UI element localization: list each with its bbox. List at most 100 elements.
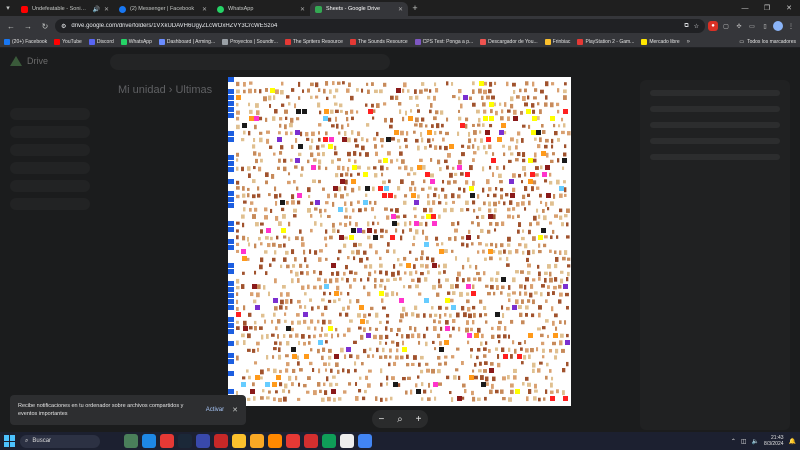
sprite-frame <box>410 166 414 172</box>
restore-icon[interactable]: ❐ <box>756 0 778 16</box>
chevron-up-icon[interactable]: ⌃ <box>731 438 736 445</box>
zoom-out-button[interactable]: − <box>378 414 384 425</box>
extension-red-icon[interactable]: ● <box>708 21 718 31</box>
extensions-puzzle-icon[interactable]: ✣ <box>734 21 744 31</box>
network-icon[interactable]: ◫ <box>741 438 747 445</box>
new-tab-button[interactable]: + <box>408 3 422 13</box>
bookmark-label: Mercado libre <box>649 38 680 45</box>
audio-icon[interactable]: 🔊 <box>92 6 99 13</box>
taskbar-search[interactable]: ⌕ Buscar <box>20 434 100 448</box>
tab-search-icon[interactable]: ▾ <box>0 0 16 16</box>
landscape-widget-icon[interactable] <box>124 434 138 448</box>
bookmark-spriters-resource[interactable]: The Spriters Resource <box>284 38 343 45</box>
side-panel-icon[interactable]: ▯ <box>760 21 770 31</box>
sprite-frame <box>528 124 531 129</box>
sprite-frame <box>303 383 307 388</box>
bookmark-descargador[interactable]: Descargador de You... <box>480 38 538 45</box>
sprite-frame <box>420 256 424 261</box>
sprite-frame <box>433 116 437 121</box>
sprite-sheet-preview[interactable] <box>228 77 571 406</box>
media-player-icon[interactable] <box>142 434 156 448</box>
sprite-color-tile <box>331 389 336 394</box>
tab-close-icon[interactable]: ✕ <box>398 6 403 13</box>
forward-icon[interactable]: → <box>21 19 35 33</box>
volume-icon[interactable]: 🔈 <box>752 438 759 445</box>
install-app-icon[interactable]: ⧉ <box>684 23 688 30</box>
sprite-frame <box>325 368 328 372</box>
cast-icon[interactable]: ▭ <box>747 21 757 31</box>
tab-close-icon[interactable]: ✕ <box>104 6 109 13</box>
soundtrap-icon <box>222 38 229 45</box>
profile-avatar[interactable] <box>773 21 783 31</box>
sprite-frame <box>360 334 364 340</box>
chrome-icon[interactable] <box>358 434 372 448</box>
bookmark-proyectos[interactable]: Proyectos | Soundtr... <box>222 38 278 45</box>
notifications-icon[interactable]: 🔔 <box>789 438 796 445</box>
back-icon[interactable]: ← <box>4 19 18 33</box>
sprite-frame <box>518 341 522 345</box>
all-bookmarks-button[interactable]: ▭ Todos los marcadores <box>739 39 796 45</box>
folder-icon[interactable] <box>250 434 264 448</box>
fl-studio-icon[interactable] <box>214 434 228 448</box>
microphone-icon[interactable] <box>286 434 300 448</box>
sprite-frame <box>549 271 552 277</box>
sprite-frame <box>281 103 285 107</box>
menu-kebab-icon[interactable]: ⋮ <box>786 21 796 31</box>
edge-icon[interactable] <box>322 434 336 448</box>
sprite-frame <box>537 327 541 331</box>
drive-logo-icon <box>10 56 22 66</box>
sprite-frame <box>417 145 420 151</box>
music-app-icon[interactable] <box>340 434 354 448</box>
activate-notifications-button[interactable]: Activar <box>206 407 224 413</box>
bookmark-discord[interactable]: Discord <box>88 38 114 45</box>
sprite-frame <box>534 383 537 389</box>
sprite-frame <box>348 382 352 386</box>
zoom-icon[interactable]: ⌕ <box>397 414 403 425</box>
rhythm-app-icon[interactable] <box>196 434 210 448</box>
sprite-frame <box>487 291 491 296</box>
clock[interactable]: 21:43 8/3/2024 <box>764 435 783 447</box>
bookmark-youtube[interactable]: YouTube <box>54 38 82 45</box>
bookmark-sounds-resource[interactable]: The Sounds Resource <box>349 38 408 45</box>
sprite-frame <box>468 229 471 234</box>
steam-icon[interactable] <box>178 434 192 448</box>
tab-close-icon[interactable]: ✕ <box>202 6 207 13</box>
opera-icon[interactable] <box>304 434 318 448</box>
tab-messenger[interactable]: (2) Messenger | Facebook ✕ <box>114 2 212 16</box>
zoom-in-button[interactable]: + <box>416 414 422 425</box>
sprite-frame <box>347 166 350 172</box>
bookmark-playstation[interactable]: PlayStation 2 - Gam... <box>577 38 634 45</box>
bookmark-mercado-libre[interactable]: Mercado libre <box>641 38 680 45</box>
site-info-icon[interactable]: ⚙ <box>61 23 66 30</box>
sprite-color-tile <box>545 165 550 170</box>
windows-start-icon[interactable] <box>4 435 16 447</box>
tab-sheets-drive[interactable]: Sheets - Google Drive ✕ <box>310 2 408 16</box>
tab-sonic[interactable]: Undefeatable - Sonic Frontiers 🔊 ✕ <box>16 2 114 16</box>
address-bar[interactable]: ⚙ drive.google.com/drive/folders/1VXkUDA… <box>55 19 705 33</box>
extension-bookmark-icon[interactable]: ▢ <box>721 21 731 31</box>
bookmark-facebook[interactable]: (20+) Facebook <box>4 38 47 45</box>
bookmark-star-icon[interactable]: ☆ <box>694 23 699 30</box>
sprite-frame <box>450 284 454 290</box>
sprite-color-tile <box>340 179 345 184</box>
bookmark-whatsapp[interactable]: WhatsApp <box>120 38 152 45</box>
toast-close-icon[interactable]: ✕ <box>232 406 238 414</box>
bookmark-cps-test[interactable]: CPS Test: Ponga a p... <box>414 38 473 45</box>
sprite-frame <box>319 285 322 290</box>
sprite-blue-tile <box>228 281 234 286</box>
sprite-frame <box>462 264 465 270</box>
bookmark-frinbiac[interactable]: Frinbiac <box>544 38 570 45</box>
sprite-frame <box>278 397 282 403</box>
more-bookmarks-button[interactable]: » <box>687 39 690 45</box>
close-window-icon[interactable]: ✕ <box>778 0 800 16</box>
file-explorer-icon[interactable] <box>232 434 246 448</box>
sprite-color-tile <box>565 340 570 345</box>
vlc-icon[interactable] <box>268 434 282 448</box>
tab-close-icon[interactable]: ✕ <box>300 6 305 13</box>
sprite-frame <box>248 375 251 380</box>
tab-whatsapp[interactable]: WhatsApp ✕ <box>212 2 310 16</box>
bookmark-dashboard[interactable]: Dashboard | Arming... <box>158 38 215 45</box>
minimize-icon[interactable]: — <box>734 0 756 16</box>
reload-icon[interactable]: ↻ <box>38 19 52 33</box>
game-app-icon[interactable] <box>160 434 174 448</box>
